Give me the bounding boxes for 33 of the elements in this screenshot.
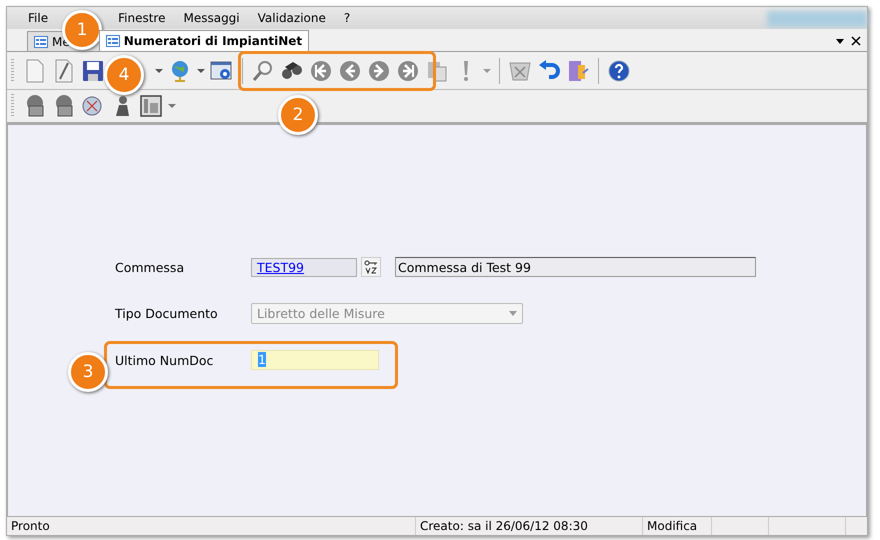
grid-icon [34,36,48,48]
tab[interactable]: Numeratori di ImpiantiNet [98,30,310,51]
save-icon[interactable] [81,58,105,82]
close-icon[interactable] [851,36,861,46]
next-icon[interactable] [367,58,391,82]
key-icon [364,260,378,274]
lookup-button[interactable] [361,257,381,277]
settings-icon[interactable] [210,58,234,82]
status-text: Modifica [643,517,712,535]
status-text: Pronto [7,517,416,535]
code-link-field[interactable]: TEST99 [251,258,357,276]
layout-icon[interactable] [139,94,163,118]
field-label: Tipo Documento [115,306,219,321]
help-icon[interactable] [607,58,631,82]
description-field[interactable]: Commessa di Test 99 [395,257,756,277]
dropdown-icon[interactable] [197,68,205,74]
status-text: Creato: sa il 26/06/12 08:30 [416,517,643,535]
list-icon [106,35,120,47]
dropdown-icon [509,311,517,316]
first-icon[interactable] [309,58,333,82]
previous-icon[interactable] [338,58,362,82]
last-icon[interactable] [396,58,420,82]
menu-item[interactable]: Messaggi [174,11,249,25]
search-icon[interactable] [251,58,275,82]
field-label: Ultimo NumDoc [115,352,214,368]
menu-item[interactable]: ? [334,11,360,25]
menu-item[interactable]: File [19,11,58,25]
dropdown-icon[interactable] [155,68,163,74]
exit-door-icon[interactable] [566,58,590,82]
dropdown-icon[interactable] [835,37,845,45]
menu-item[interactable]: Validazione [248,11,335,25]
menu-item[interactable]: Finestre [109,11,174,25]
field-label: Commessa [115,260,186,274]
